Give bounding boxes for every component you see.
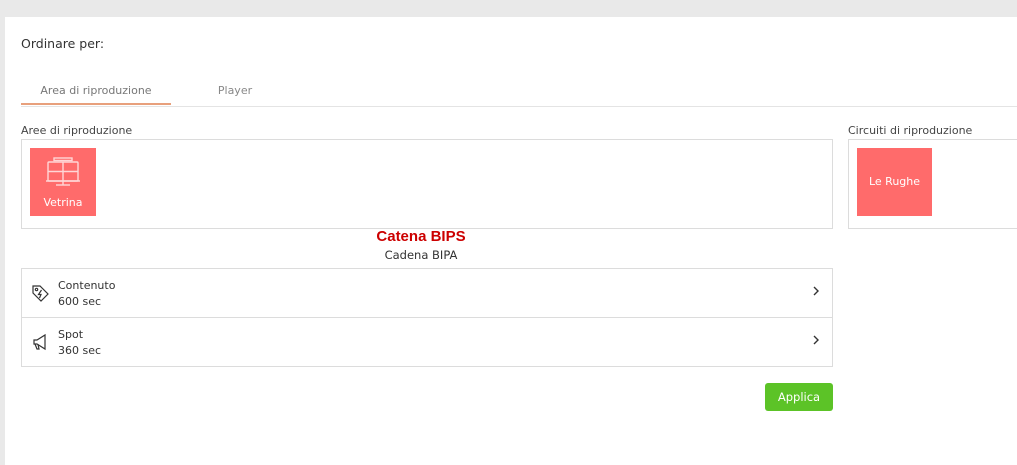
tab-bar: Area di riproduzione Player — [21, 79, 1017, 107]
list-item-contenuto[interactable]: Contenuto 600 sec — [22, 269, 832, 318]
item-name: Contenuto — [58, 279, 116, 292]
tab-player[interactable]: Player — [171, 79, 299, 105]
duration-list: Contenuto 600 sec Spot 360 sec — [21, 268, 833, 367]
item-name: Spot — [58, 328, 84, 341]
tab-area-di-riproduzione[interactable]: Area di riproduzione — [21, 79, 171, 105]
circuits-label: Circuiti di riproduzione — [848, 124, 973, 137]
areas-box: Vetrina — [21, 139, 833, 229]
areas-label: Aree di riproduzione — [21, 124, 133, 137]
sort-label: Ordinare per: — [21, 36, 105, 51]
item-duration: 600 sec — [58, 295, 102, 308]
megaphone-icon — [33, 333, 46, 351]
chain-subtitle: Cadena BIPA — [384, 248, 458, 262]
main-panel: Ordinare per: Area di riproduzione Playe… — [5, 17, 1017, 465]
area-tile-vetrina[interactable]: Vetrina — [30, 148, 96, 216]
list-item-spot[interactable]: Spot 360 sec — [22, 318, 832, 366]
circuits-box: Le Rughe — [848, 139, 1017, 229]
area-tile-label: Vetrina — [43, 196, 83, 209]
chevron-right-icon — [813, 335, 819, 345]
apply-button[interactable]: Applica — [765, 383, 833, 411]
chevron-right-icon — [813, 286, 819, 296]
item-duration: 360 sec — [58, 344, 102, 357]
tag-lightning-icon — [32, 285, 49, 302]
circuit-tile-le-rughe[interactable]: Le Rughe — [857, 148, 932, 216]
chain-title: Catena BIPS — [376, 228, 466, 245]
storefront-icon — [46, 157, 80, 186]
